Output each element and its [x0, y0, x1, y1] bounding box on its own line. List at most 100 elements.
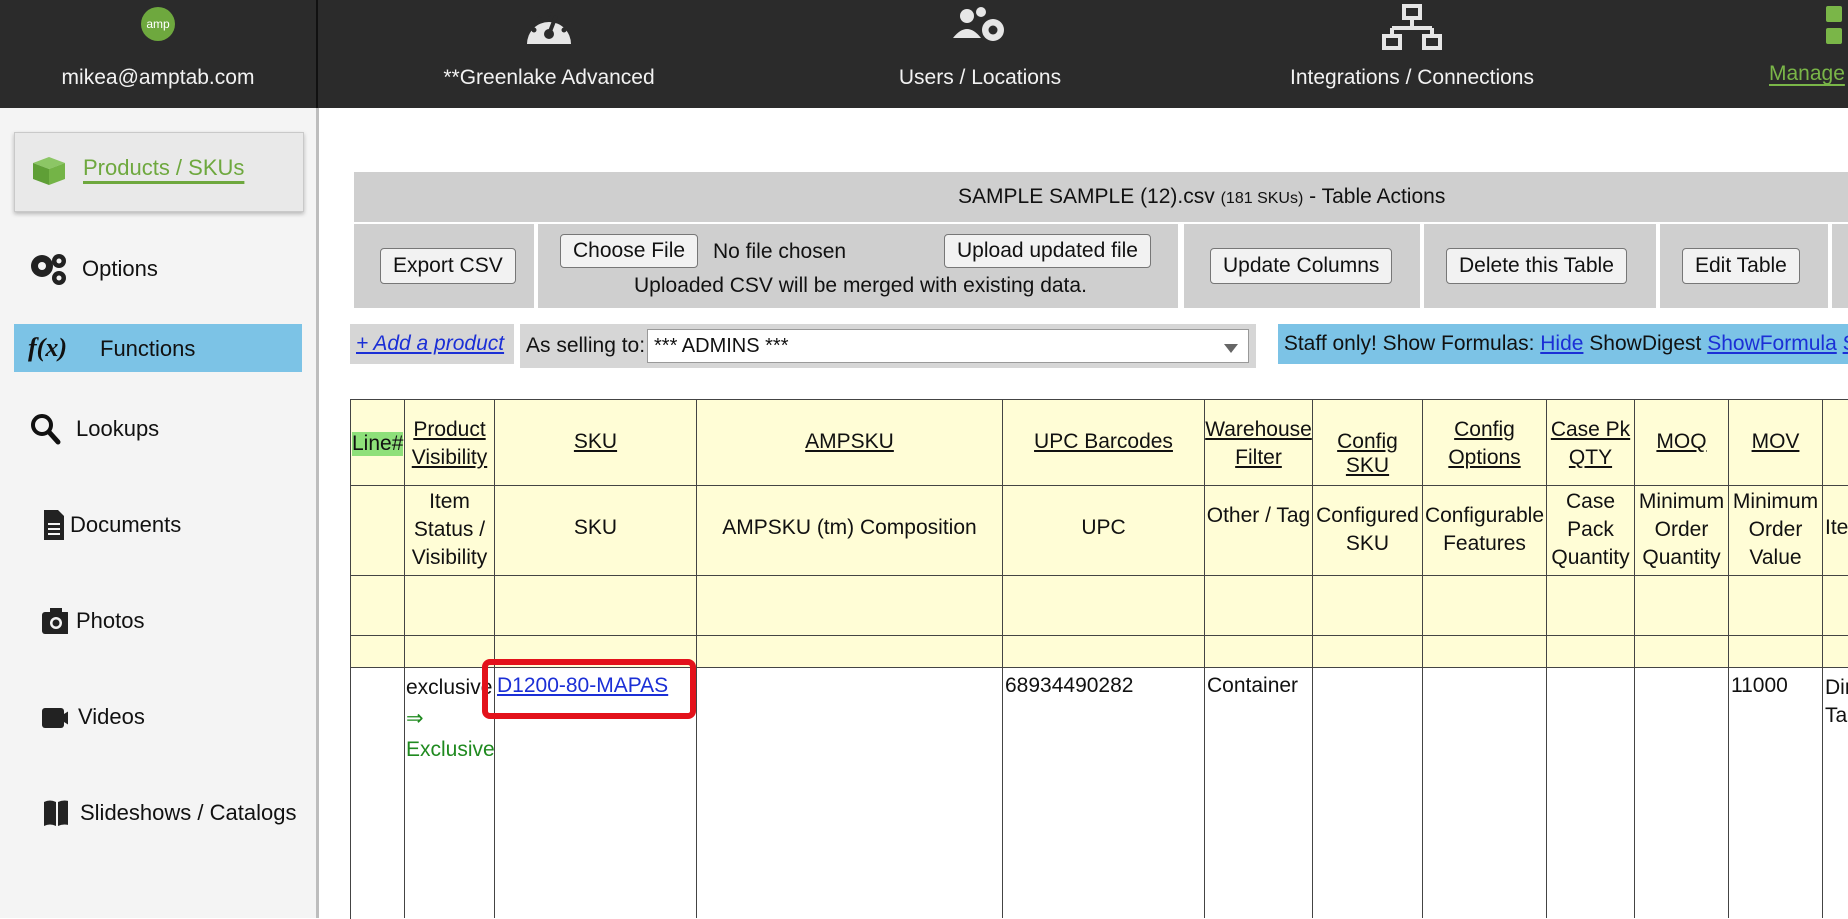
choose-file-button[interactable]: Choose File	[560, 234, 699, 268]
speedometer-icon	[522, 4, 576, 57]
table-cell-config-options[interactable]	[1423, 668, 1547, 918]
sidebar-item-label: Lookups	[76, 416, 160, 441]
subheader-case-pack-quantity: Case Pack Quantity	[1547, 486, 1635, 576]
show-more-link[interactable]: S	[1843, 332, 1848, 355]
subheader-ampsku-composition: AMPSKU (tm) Composition	[697, 486, 1003, 576]
filter-cell[interactable]	[1547, 576, 1635, 636]
export-csv-button[interactable]: Export CSV	[380, 248, 516, 284]
filter-cell	[1635, 636, 1729, 668]
add-product-link[interactable]: + Add a product	[356, 332, 504, 356]
col-header-upc-barcodes[interactable]: UPC Barcodes	[1003, 400, 1205, 486]
account-menu[interactable]: amp mikea@amptab.com	[0, 0, 316, 108]
upload-file-button[interactable]: Upload updated file	[944, 234, 1151, 268]
filter-cell	[351, 576, 405, 636]
selling-to-select[interactable]: *** ADMINS ***	[647, 329, 1249, 363]
sidebar-item-options[interactable]: Options	[14, 244, 302, 292]
filter-cell	[1547, 636, 1635, 668]
add-product-box: + Add a product	[350, 324, 514, 364]
table-cell-warehouse[interactable]: Container	[1205, 668, 1313, 918]
filter-cell	[697, 636, 1003, 668]
table-cell-config-sku[interactable]	[1313, 668, 1423, 918]
sidebar-item-functions[interactable]: f(x) Functions	[14, 324, 302, 372]
sidebar-item-slideshows[interactable]: Slideshows / Catalogs	[14, 788, 302, 836]
subheader-upc: UPC	[1003, 486, 1205, 576]
col-header-line: Line#	[351, 400, 405, 486]
table-cell-moq[interactable]	[1635, 668, 1729, 918]
subheader-line	[351, 486, 405, 576]
subheader-sku: SKU	[495, 486, 697, 576]
col-header-sku[interactable]: SKU	[495, 400, 697, 486]
sidebar-item-photos[interactable]: Photos	[14, 596, 302, 644]
book-icon	[28, 796, 72, 830]
col-header-extra	[1823, 400, 1848, 486]
filter-cell[interactable]	[1823, 576, 1848, 636]
filter-cell	[351, 636, 405, 668]
col-header-case-pk-qty[interactable]: Case Pk QTY	[1547, 400, 1635, 486]
sidebar-item-lookups[interactable]: Lookups	[14, 404, 302, 452]
subheader-configured-sku: Configured SKU	[1313, 486, 1423, 576]
filter-cell	[1423, 636, 1547, 668]
table-actions-header: SAMPLE SAMPLE (12).csv (181 SKUs) - Tabl…	[354, 172, 1848, 222]
table-cell-case-pk[interactable]	[1547, 668, 1635, 918]
edit-table-button[interactable]: Edit Table	[1682, 248, 1800, 284]
col-header-moq[interactable]: MOQ	[1635, 400, 1729, 486]
table-cell-line	[351, 668, 405, 918]
col-header-config-options[interactable]: Config Options	[1423, 400, 1547, 486]
selected-value: *** ADMINS ***	[654, 335, 789, 357]
filter-cell[interactable]	[1313, 576, 1423, 636]
svg-text:amp: amp	[146, 17, 170, 31]
col-header-warehouse-filter[interactable]: Warehouse Filter	[1205, 400, 1313, 486]
filter-cell[interactable]	[697, 576, 1003, 636]
filter-cell[interactable]	[1205, 576, 1313, 636]
delete-table-button[interactable]: Delete this Table	[1446, 248, 1627, 284]
sidebar-item-label: Videos	[78, 704, 145, 729]
sidebar-item-documents[interactable]: Documents	[14, 500, 302, 548]
filter-cell[interactable]	[1635, 576, 1729, 636]
dashboard-nav[interactable]: **Greenlake Advanced	[318, 0, 780, 108]
svg-text:f(x): f(x)	[28, 333, 67, 362]
update-columns-box: Update Columns	[1184, 224, 1420, 308]
subheader-minimum-order-quantity: Minimum Order Quantity	[1635, 486, 1729, 576]
col-header-config-sku[interactable]: Config SKU	[1313, 400, 1423, 486]
table-cell-upc[interactable]: 68934490282	[1003, 668, 1205, 918]
top-navigation-bar: amp mikea@amptab.com **Greenlake Advance…	[0, 0, 1848, 108]
chevron-down-icon	[1224, 344, 1238, 353]
col-header-product-visibility[interactable]: Product Visibility	[405, 400, 495, 486]
file-name: SAMPLE SAMPLE (12).csv	[958, 185, 1215, 208]
show-digest-label[interactable]: ShowDigest	[1589, 332, 1701, 355]
col-header-mov[interactable]: MOV	[1729, 400, 1823, 486]
sidebar-item-products[interactable]: Products / SKUs	[14, 132, 304, 212]
table-cell-mov[interactable]: 11000	[1729, 668, 1823, 918]
filter-cell[interactable]	[1729, 576, 1823, 636]
document-icon	[28, 508, 68, 542]
hide-formulas-link[interactable]: Hide	[1540, 332, 1583, 355]
col-header-ampsku[interactable]: AMPSKU	[697, 400, 1003, 486]
more-actions-box	[1832, 224, 1848, 308]
update-columns-button[interactable]: Update Columns	[1210, 248, 1393, 284]
filter-cell[interactable]	[405, 576, 495, 636]
account-email: mikea@amptab.com	[61, 66, 255, 89]
filter-cell	[1729, 636, 1823, 668]
show-formula-link[interactable]: ShowFormula	[1707, 332, 1837, 355]
dashboard-label: **Greenlake Advanced	[443, 66, 655, 89]
filter-cell[interactable]	[1423, 576, 1547, 636]
merge-note: Uploaded CSV will be merged with existin…	[634, 274, 1087, 297]
integrations-label: Integrations / Connections	[1290, 66, 1534, 89]
filter-cell[interactable]	[495, 576, 697, 636]
filter-cell	[1313, 636, 1423, 668]
network-icon	[1382, 4, 1442, 59]
manage-nav[interactable]: Manage	[1768, 0, 1848, 108]
table-cell-ampsku[interactable]	[697, 668, 1003, 918]
sidebar-item-videos[interactable]: Videos	[14, 692, 302, 740]
sidebar-item-label: Functions	[100, 336, 196, 361]
integrations-nav[interactable]: Integrations / Connections	[1240, 0, 1584, 108]
box-icon	[29, 153, 69, 187]
filter-cell	[1823, 636, 1848, 668]
users-locations-label: Users / Locations	[898, 66, 1062, 89]
filter-cell[interactable]	[1003, 576, 1205, 636]
edit-table-box: Edit Table	[1660, 224, 1828, 308]
users-locations-nav[interactable]: Users / Locations	[780, 0, 1180, 108]
export-box: Export CSV	[354, 224, 534, 308]
selling-to-box: As selling to: *** ADMINS ***	[520, 324, 1256, 368]
subheader-other-tag: Other / Tag	[1205, 486, 1313, 576]
